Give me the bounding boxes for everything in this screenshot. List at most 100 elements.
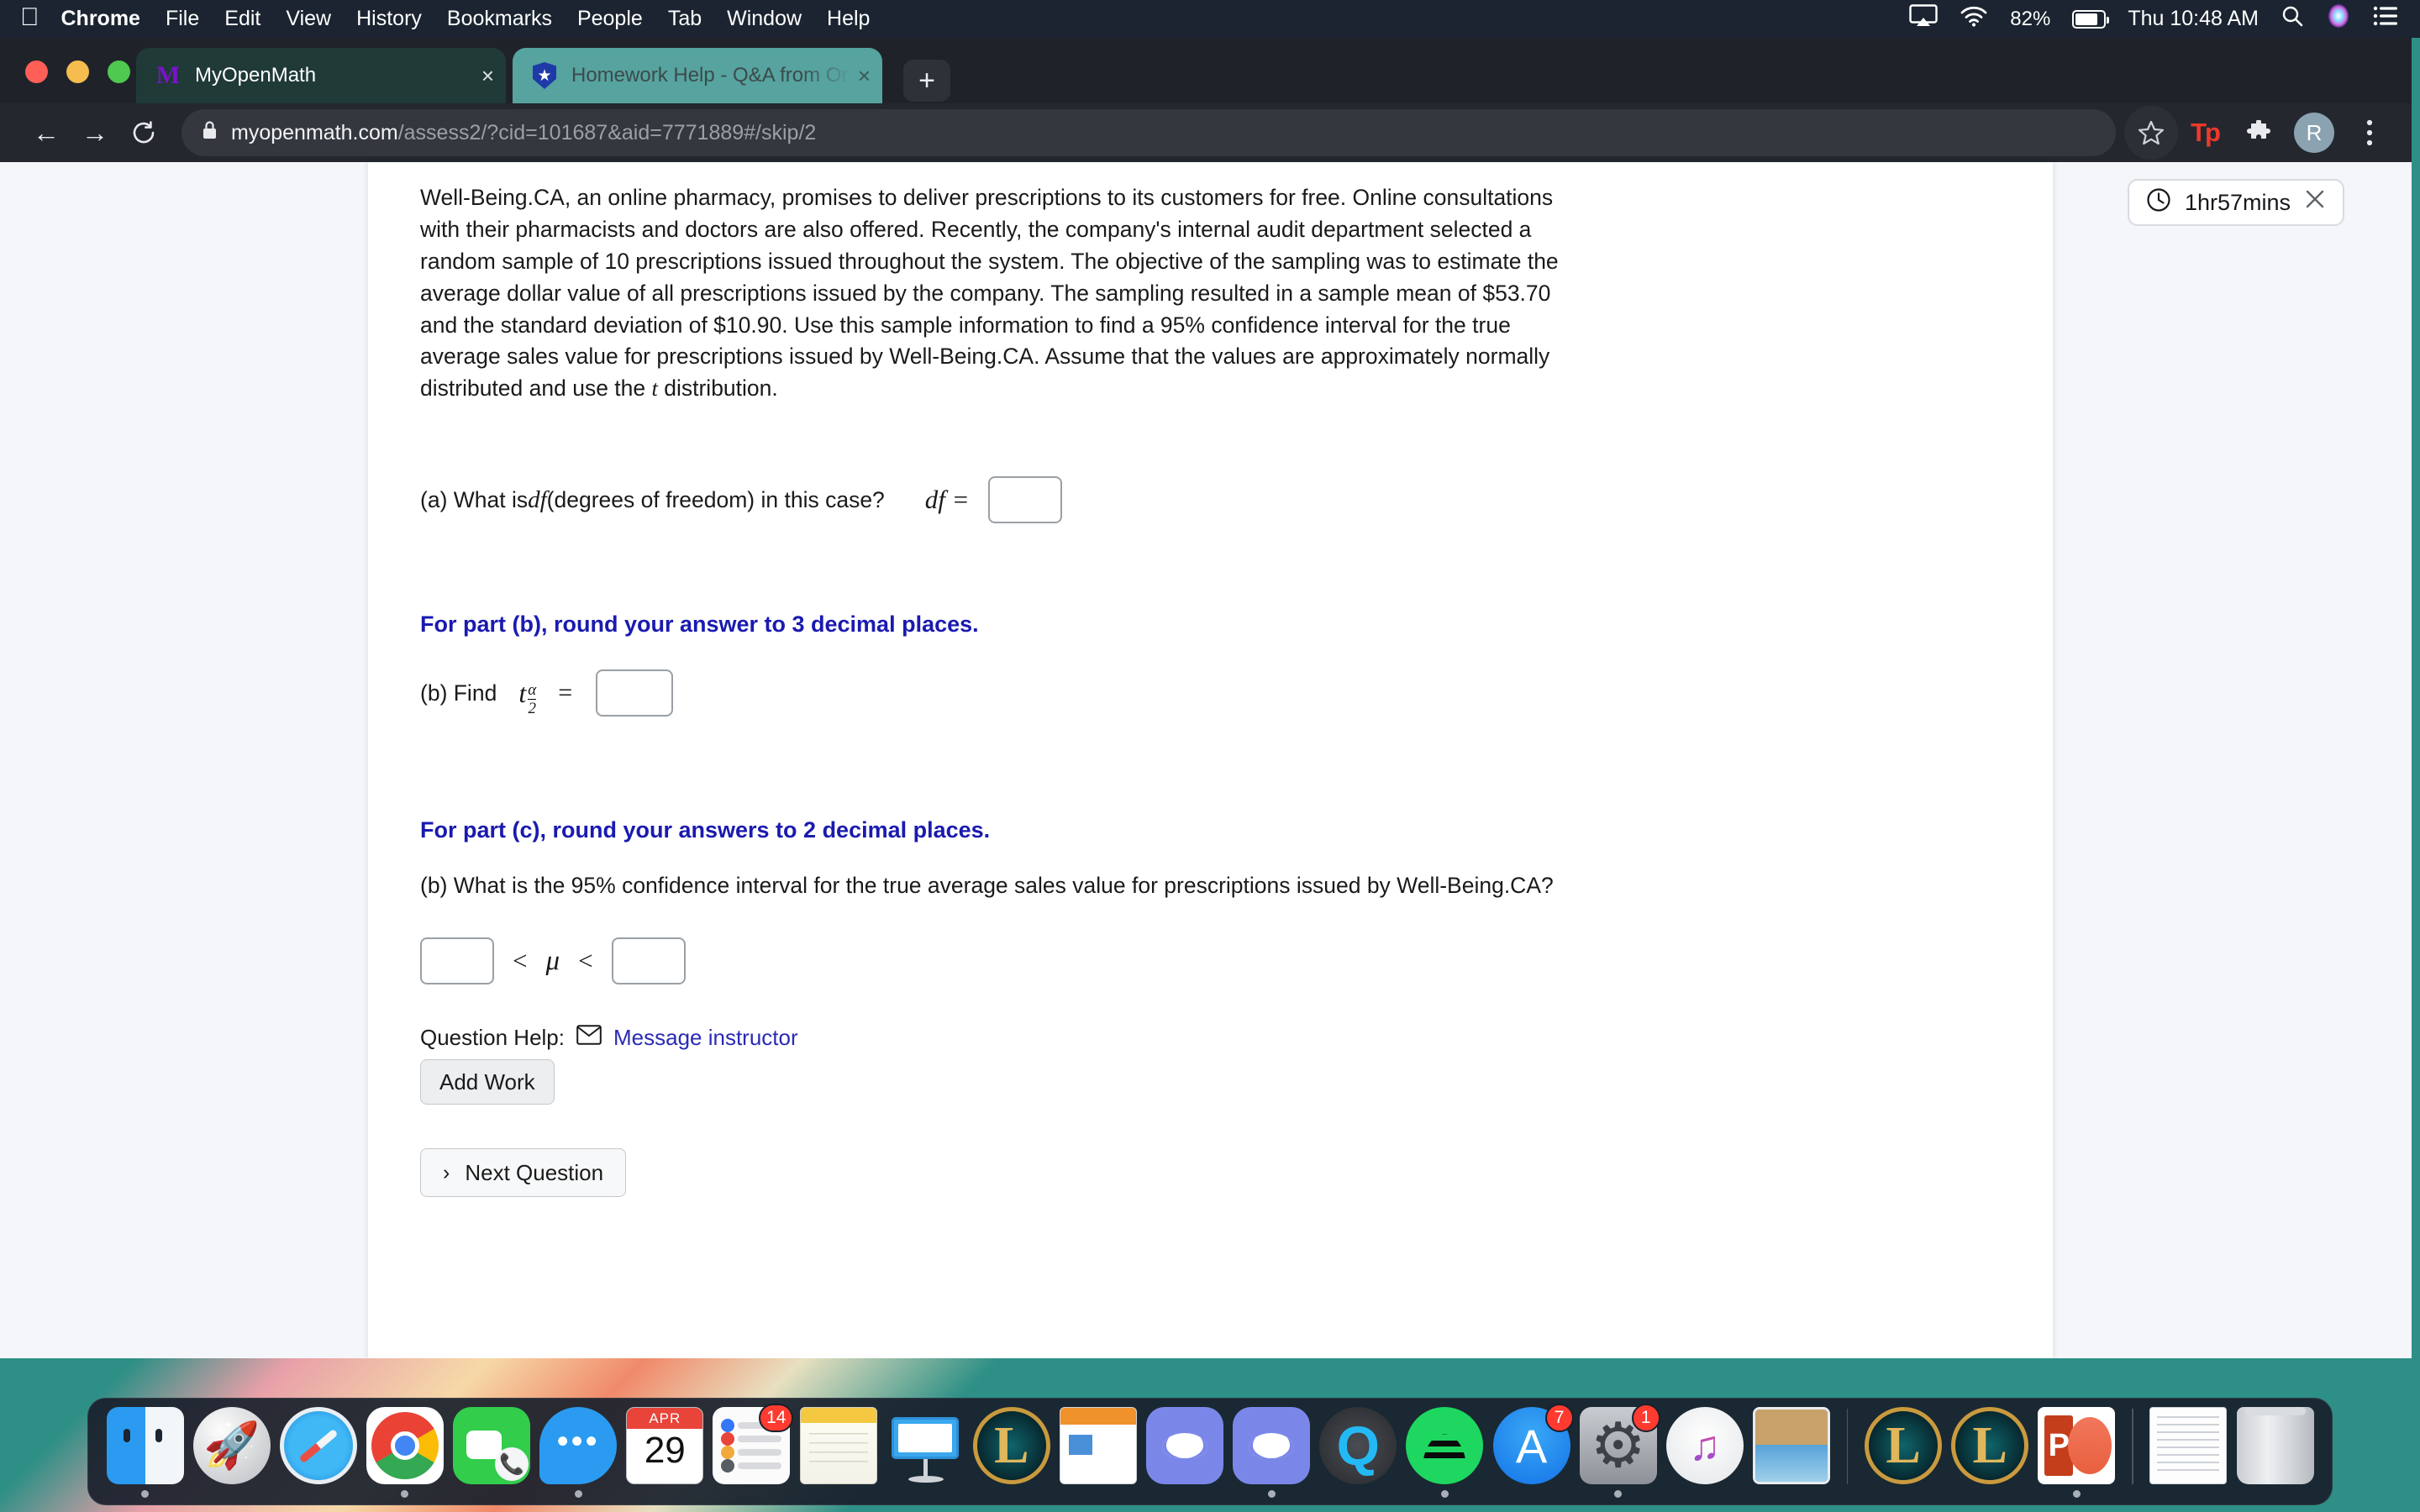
puzzle-piece-icon[interactable] (2232, 106, 2286, 160)
profile-avatar[interactable]: R (2294, 113, 2334, 153)
dock-item-powerpoint[interactable] (2033, 1399, 2120, 1498)
part-c-less-than-right: < (578, 946, 593, 976)
document-icon (2149, 1407, 2228, 1484)
facetime-icon (453, 1407, 531, 1484)
dock-item-itunes[interactable] (1661, 1399, 1748, 1498)
question-body: Well-Being.CA, an online pharmacy, promi… (420, 182, 1576, 405)
new-tab-button[interactable]: + (903, 60, 950, 102)
part-b-answer-input[interactable] (596, 669, 674, 717)
dock-item-league-of-legends-file[interactable] (1860, 1399, 1946, 1498)
back-arrow-icon[interactable]: ← (22, 108, 71, 157)
wifi-icon[interactable] (1960, 5, 1988, 33)
dock-item-document[interactable] (2145, 1399, 2232, 1498)
launchpad-icon (192, 1407, 271, 1484)
airplay-icon[interactable] (1909, 4, 1938, 34)
zoom-window-button[interactable] (108, 60, 130, 83)
close-window-button[interactable] (25, 60, 48, 83)
menu-item-people[interactable]: People (577, 7, 643, 31)
calendar-month-label: APR (627, 1408, 703, 1429)
envelope-icon[interactable] (576, 1025, 602, 1051)
next-question-button[interactable]: › Next Question (420, 1148, 627, 1198)
tab-close-icon[interactable]: × (481, 63, 494, 89)
forward-arrow-icon[interactable]: → (71, 108, 119, 157)
next-question-label: Next Question (465, 1159, 604, 1185)
dock-item-chrome[interactable] (361, 1399, 448, 1498)
dock-item-discord-2[interactable] (1228, 1399, 1315, 1498)
dock-item-messages[interactable] (535, 1399, 622, 1498)
three-dot-menu-icon[interactable] (2343, 106, 2396, 160)
dock-item-keynote[interactable] (881, 1399, 968, 1498)
reload-icon[interactable] (119, 108, 168, 157)
macos-menu-bar:  Chrome File Edit View History Bookmark… (0, 0, 2420, 38)
dock-item-finder[interactable] (102, 1399, 188, 1498)
dock-item-app-store[interactable]: 7 (1488, 1399, 1575, 1498)
notes-icon (799, 1407, 877, 1484)
tab-close-icon[interactable]: × (858, 63, 871, 89)
page-viewport: 1hr57mins Well-Being.CA, an online pharm… (0, 162, 2412, 1358)
menu-item-view[interactable]: View (286, 7, 331, 31)
extension-tp-icon[interactable]: Tp (2178, 106, 2232, 160)
menu-bar-status-area: 82% Thu 10:48 AM (1909, 3, 2420, 34)
menu-item-file[interactable]: File (166, 7, 199, 31)
menu-item-window[interactable]: Window (727, 7, 802, 31)
dock-item-trash[interactable] (2232, 1399, 2318, 1498)
tab-myopenmath[interactable]: M MyOpenMath × (136, 48, 506, 103)
dock-item-launchpad[interactable] (188, 1399, 275, 1498)
dock-item-quicktime[interactable] (1315, 1399, 1402, 1498)
dock-item-league-of-legends-file-2[interactable] (1947, 1399, 2033, 1498)
system-preferences-icon: 1 (1579, 1404, 1660, 1484)
add-work-button[interactable]: Add Work (420, 1059, 555, 1105)
dock-item-discord[interactable] (1142, 1399, 1228, 1498)
menu-item-bookmarks[interactable]: Bookmarks (447, 7, 552, 31)
photos-icon (1752, 1407, 1830, 1484)
app-store-icon: 7 (1492, 1404, 1574, 1484)
menu-item-history[interactable]: History (356, 7, 422, 31)
menu-item-chrome[interactable]: Chrome (61, 7, 140, 31)
dock-item-reminders[interactable]: 14 (708, 1399, 795, 1498)
dock-item-league-of-legends[interactable] (968, 1399, 1055, 1498)
part-c-upper-bound-input[interactable] (611, 937, 686, 985)
question-help-row: Question Help: Message instructor (420, 1025, 2002, 1051)
part-b-math-base: t (518, 677, 527, 708)
menu-item-edit[interactable]: Edit (224, 7, 260, 31)
timer-close-icon[interactable] (2304, 188, 2326, 217)
assessment-timer[interactable]: 1hr57mins (2127, 179, 2344, 226)
league-of-legends-icon (1865, 1407, 1943, 1484)
address-bar[interactable]: myopenmath.com/assess2/?cid=101687&aid=7… (182, 109, 2116, 156)
star-bookmark-icon[interactable] (2124, 106, 2178, 160)
part-c-lower-bound-input[interactable] (420, 937, 494, 985)
menu-bar-clock[interactable]: Thu 10:48 AM (2128, 7, 2259, 31)
app-store-badge: 7 (1544, 1404, 1574, 1432)
discord-icon (1146, 1407, 1224, 1484)
league-of-legends-icon (972, 1407, 1050, 1484)
menu-item-tab[interactable]: Tab (668, 7, 702, 31)
system-preferences-badge: 1 (1631, 1404, 1660, 1432)
menu-item-help[interactable]: Help (827, 7, 870, 31)
dock-item-system-preferences[interactable]: 1 (1575, 1399, 1661, 1498)
dock-item-spotify[interactable] (1402, 1399, 1488, 1498)
dock-item-pages[interactable] (1055, 1399, 1141, 1498)
dock-item-facetime[interactable] (449, 1399, 535, 1498)
part-b-math-sub-denominator: 2 (528, 699, 536, 718)
dock-item-notes[interactable] (795, 1399, 881, 1498)
dock-item-photos[interactable] (1748, 1399, 1834, 1498)
control-center-icon[interactable] (2373, 6, 2398, 32)
league-of-legends-icon (1951, 1407, 2029, 1484)
apple-logo-icon[interactable]:  (20, 4, 39, 30)
siri-icon[interactable] (2326, 3, 2351, 34)
part-b-rounding-note: For part (b), round your answer to 3 dec… (420, 612, 979, 638)
message-instructor-link[interactable]: Message instructor (613, 1025, 798, 1051)
clock-icon (2146, 187, 2171, 218)
tab-homework-help[interactable]: Homework Help - Q&A from Or × (513, 48, 882, 103)
part-b-math-sub-numerator: α (528, 681, 537, 700)
battery-icon[interactable] (2072, 9, 2110, 29)
dock-separator (2131, 1409, 2133, 1484)
spotlight-search-icon[interactable] (2281, 4, 2304, 34)
minimize-window-button[interactable] (66, 60, 89, 83)
part-a-answer-input[interactable] (987, 476, 1062, 524)
part-a-prefix: (a) What is (420, 486, 529, 512)
tab-label: Homework Help - Q&A from Or (571, 64, 849, 87)
dock-item-safari[interactable] (275, 1399, 361, 1498)
window-traffic-lights (25, 60, 130, 83)
dock-item-calendar[interactable]: APR 29 (622, 1399, 708, 1498)
